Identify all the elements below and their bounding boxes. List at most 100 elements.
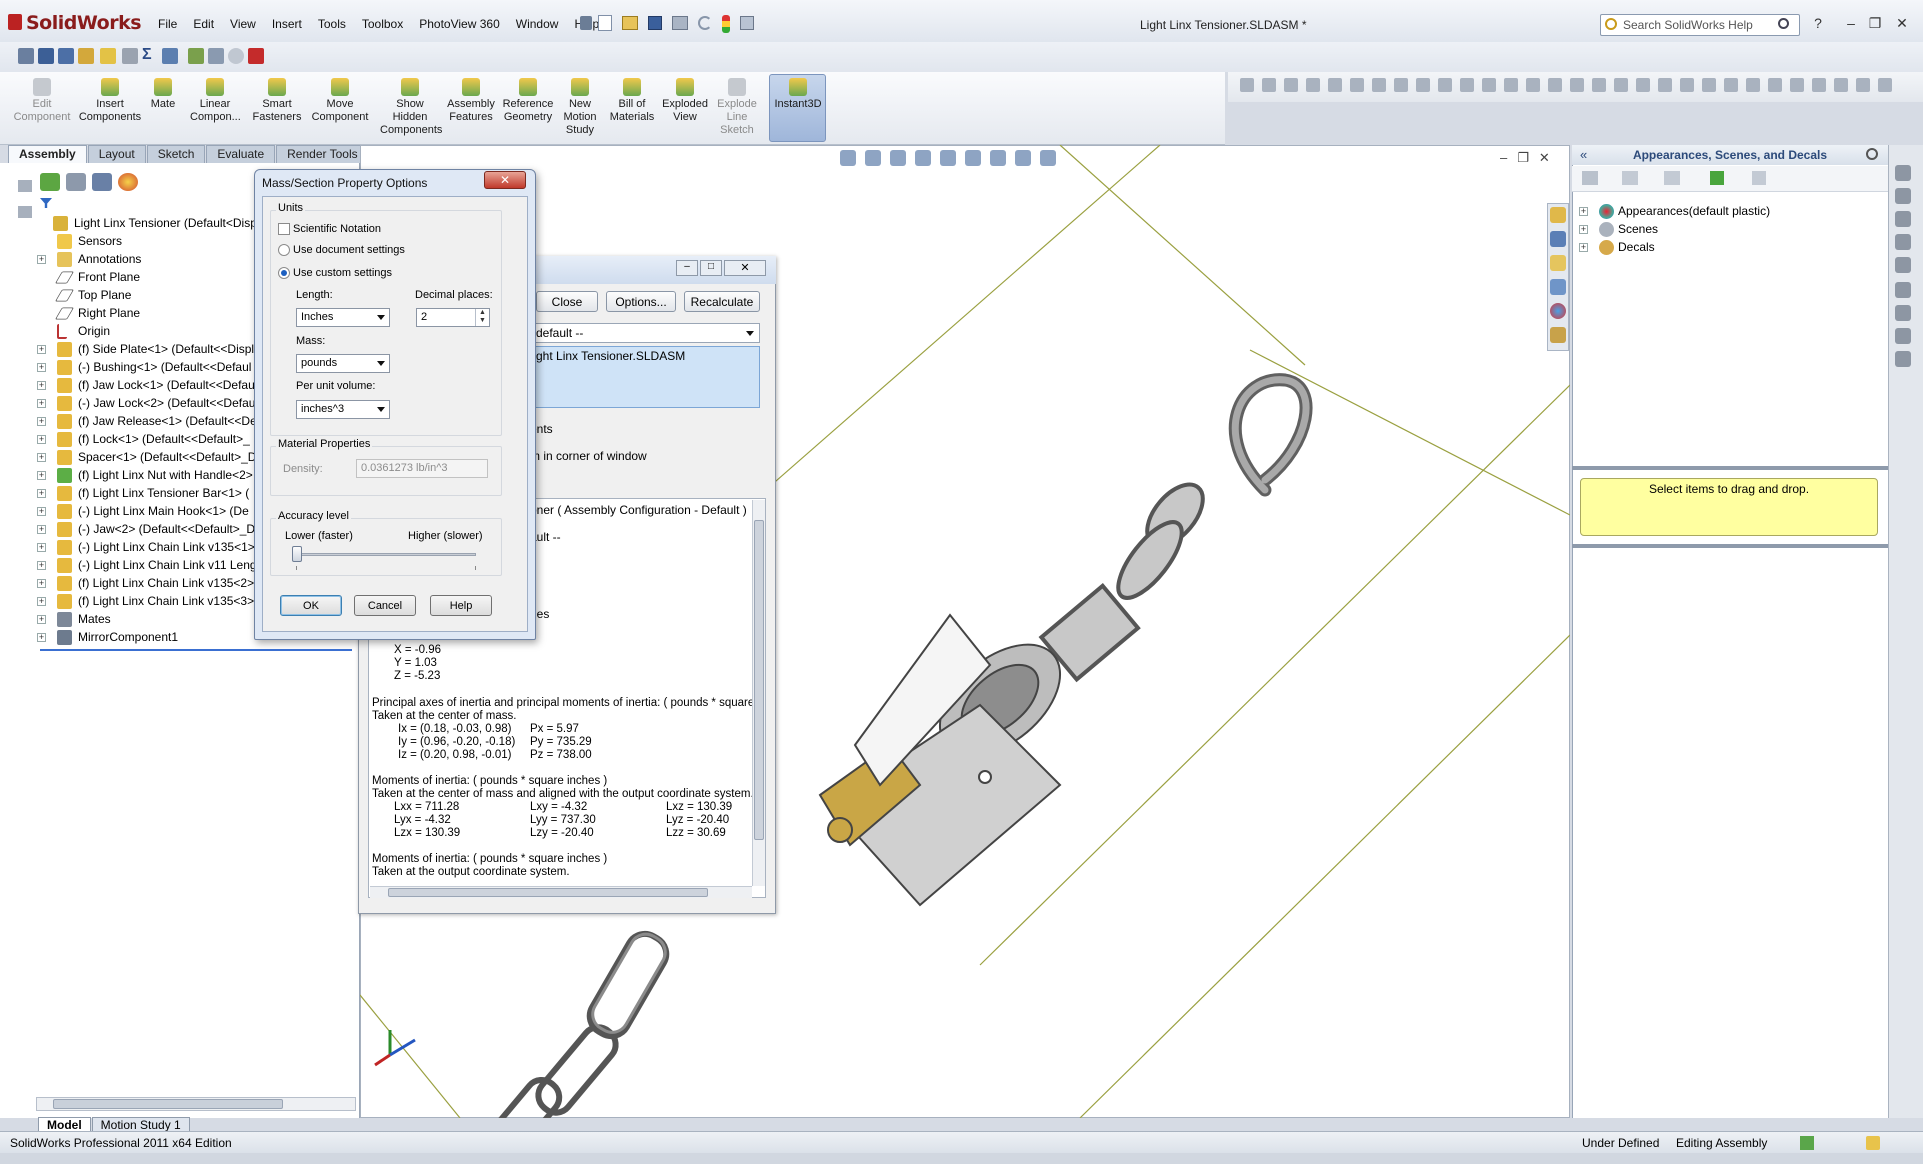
show-hidden-button[interactable]: Show Hidden Components [380, 74, 442, 137]
expand-icon[interactable]: + [1579, 243, 1588, 252]
motion-study-button[interactable]: New Motion Study [558, 74, 602, 137]
mass-props-maximize-button[interactable]: □ [700, 260, 722, 276]
view-tool-icon[interactable] [1878, 78, 1892, 92]
instant3d-button[interactable]: Instant3D [770, 74, 826, 111]
feature-manager-tab-icon[interactable] [40, 173, 60, 191]
ok-button[interactable]: OK [280, 595, 342, 616]
view-tool-icon[interactable] [1306, 78, 1320, 92]
circle-tool-icon[interactable] [1895, 188, 1911, 204]
pin-icon[interactable] [580, 16, 592, 30]
selected-item[interactable]: ght Linx Tensioner.SLDASM [536, 349, 685, 363]
accuracy-slider-track[interactable] [296, 553, 476, 556]
appearances-tab-icon[interactable] [1550, 303, 1566, 319]
expand-icon[interactable]: + [37, 633, 46, 642]
menu-item-photoview-360[interactable]: PhotoView 360 [411, 17, 508, 31]
expand-icon[interactable]: + [37, 381, 46, 390]
hole-icon[interactable] [208, 48, 224, 64]
view-tool-icon[interactable] [1614, 78, 1628, 92]
view-tool-icon[interactable] [1504, 78, 1518, 92]
linear-pattern-button[interactable]: Linear Compon... [190, 74, 241, 124]
menu-item-file[interactable]: File [150, 17, 185, 31]
length-select[interactable]: Inches [296, 308, 390, 327]
viewport-window-buttons[interactable]: –❐✕ [1500, 150, 1560, 166]
menu-item-window[interactable]: Window [508, 17, 567, 31]
spell-check-icon[interactable] [18, 48, 34, 64]
view-tool-icon[interactable] [1548, 78, 1562, 92]
view-tool-icon[interactable] [1328, 78, 1342, 92]
view-tool-icon[interactable] [1702, 78, 1716, 92]
stop-icon[interactable] [248, 48, 264, 64]
mass-select[interactable]: pounds [296, 354, 390, 373]
view-tool-icon[interactable] [1240, 78, 1254, 92]
decimal-places-stepper[interactable]: 2 ▲ ▼ [416, 308, 490, 327]
add-icon[interactable] [1664, 171, 1680, 185]
line-tool-icon[interactable] [1895, 165, 1911, 181]
view-tool-icon[interactable] [1350, 78, 1364, 92]
view-palette-icon[interactable] [1550, 279, 1566, 295]
sum-icon[interactable]: Σ [142, 46, 152, 64]
view-tool-icon[interactable] [1746, 78, 1760, 92]
explode-line-button[interactable]: Explode Line Sketch [715, 74, 759, 137]
help-button[interactable]: Help [430, 595, 492, 616]
up-icon[interactable] [1752, 171, 1766, 185]
options-icon[interactable] [740, 16, 754, 30]
view-tool-icon[interactable] [1526, 78, 1540, 92]
rollback-bar[interactable] [40, 649, 352, 651]
quick-tips-icon[interactable] [1866, 1136, 1880, 1150]
per-unit-volume-select[interactable]: inches^3 [296, 400, 390, 419]
view-tool-icon[interactable] [1570, 78, 1584, 92]
menu-item-insert[interactable]: Insert [264, 17, 310, 31]
spline-tool-icon[interactable] [1895, 234, 1911, 250]
mass-props-options-button[interactable]: Options... [606, 291, 676, 312]
offset-tool-icon[interactable] [1895, 328, 1911, 344]
expand-icon[interactable]: + [37, 615, 46, 624]
mass-props-minimize-button[interactable]: – [676, 260, 698, 276]
section-view-icon[interactable] [915, 150, 931, 166]
app-logo[interactable]: SolidWorks [26, 12, 142, 34]
insert-components-button[interactable]: Insert Components [78, 74, 142, 124]
expand-icon[interactable]: + [37, 525, 46, 534]
expand-icon[interactable]: + [37, 543, 46, 552]
tab-sketch[interactable]: Sketch [146, 145, 206, 163]
edit-appearance-icon[interactable] [1015, 150, 1031, 166]
task-pane-splitter[interactable] [1572, 466, 1888, 470]
new-document-icon[interactable] [598, 15, 612, 31]
move-component-button[interactable]: Move Component [310, 74, 370, 124]
back-icon[interactable] [1582, 171, 1598, 185]
fillet-tool-icon[interactable] [1895, 282, 1911, 298]
folder-icon[interactable] [1622, 171, 1638, 185]
reference-geometry-button[interactable]: Reference Geometry [500, 74, 556, 124]
check-icon[interactable] [100, 48, 116, 64]
refresh-icon[interactable] [1710, 171, 1724, 185]
home-icon[interactable] [1550, 207, 1566, 223]
reference-icon[interactable] [78, 48, 94, 64]
table-icon[interactable] [162, 48, 178, 64]
zoom-to-area-icon[interactable] [865, 150, 881, 166]
find-icon[interactable] [38, 48, 54, 64]
dimension-tool-icon[interactable] [1895, 257, 1911, 273]
pin-task-pane-icon[interactable] [1866, 148, 1878, 160]
scientific-notation-checkbox[interactable] [278, 223, 290, 235]
menu-item-view[interactable]: View [222, 17, 264, 31]
configuration-combo[interactable]: default -- [530, 323, 760, 343]
view-tool-icon[interactable] [1834, 78, 1848, 92]
view-tool-icon[interactable] [1394, 78, 1408, 92]
view-tool-icon[interactable] [1482, 78, 1496, 92]
minimize-button[interactable]: – [1842, 14, 1860, 32]
menu-item-tools[interactable]: Tools [310, 17, 354, 31]
scrollbar-thumb[interactable] [754, 520, 764, 840]
view-tool-icon[interactable] [1680, 78, 1694, 92]
rebuild-traffic-light-icon[interactable] [722, 15, 730, 33]
results-horizontal-scrollbar[interactable] [370, 886, 752, 898]
view-tool-icon[interactable] [1416, 78, 1430, 92]
measure-icon[interactable] [58, 48, 74, 64]
view-tool-icon[interactable] [1284, 78, 1298, 92]
tab-render-tools[interactable]: Render Tools [276, 145, 369, 163]
menu-item-toolbox[interactable]: Toolbox [354, 17, 411, 31]
expand-icon[interactable]: + [1579, 225, 1588, 234]
view-tool-icon[interactable] [1592, 78, 1606, 92]
display-style-icon[interactable] [965, 150, 981, 166]
display-manager-tab-icon[interactable] [118, 173, 138, 191]
selected-items-list[interactable]: ght Linx Tensioner.SLDASM [530, 346, 760, 408]
expand-icon[interactable]: + [37, 399, 46, 408]
